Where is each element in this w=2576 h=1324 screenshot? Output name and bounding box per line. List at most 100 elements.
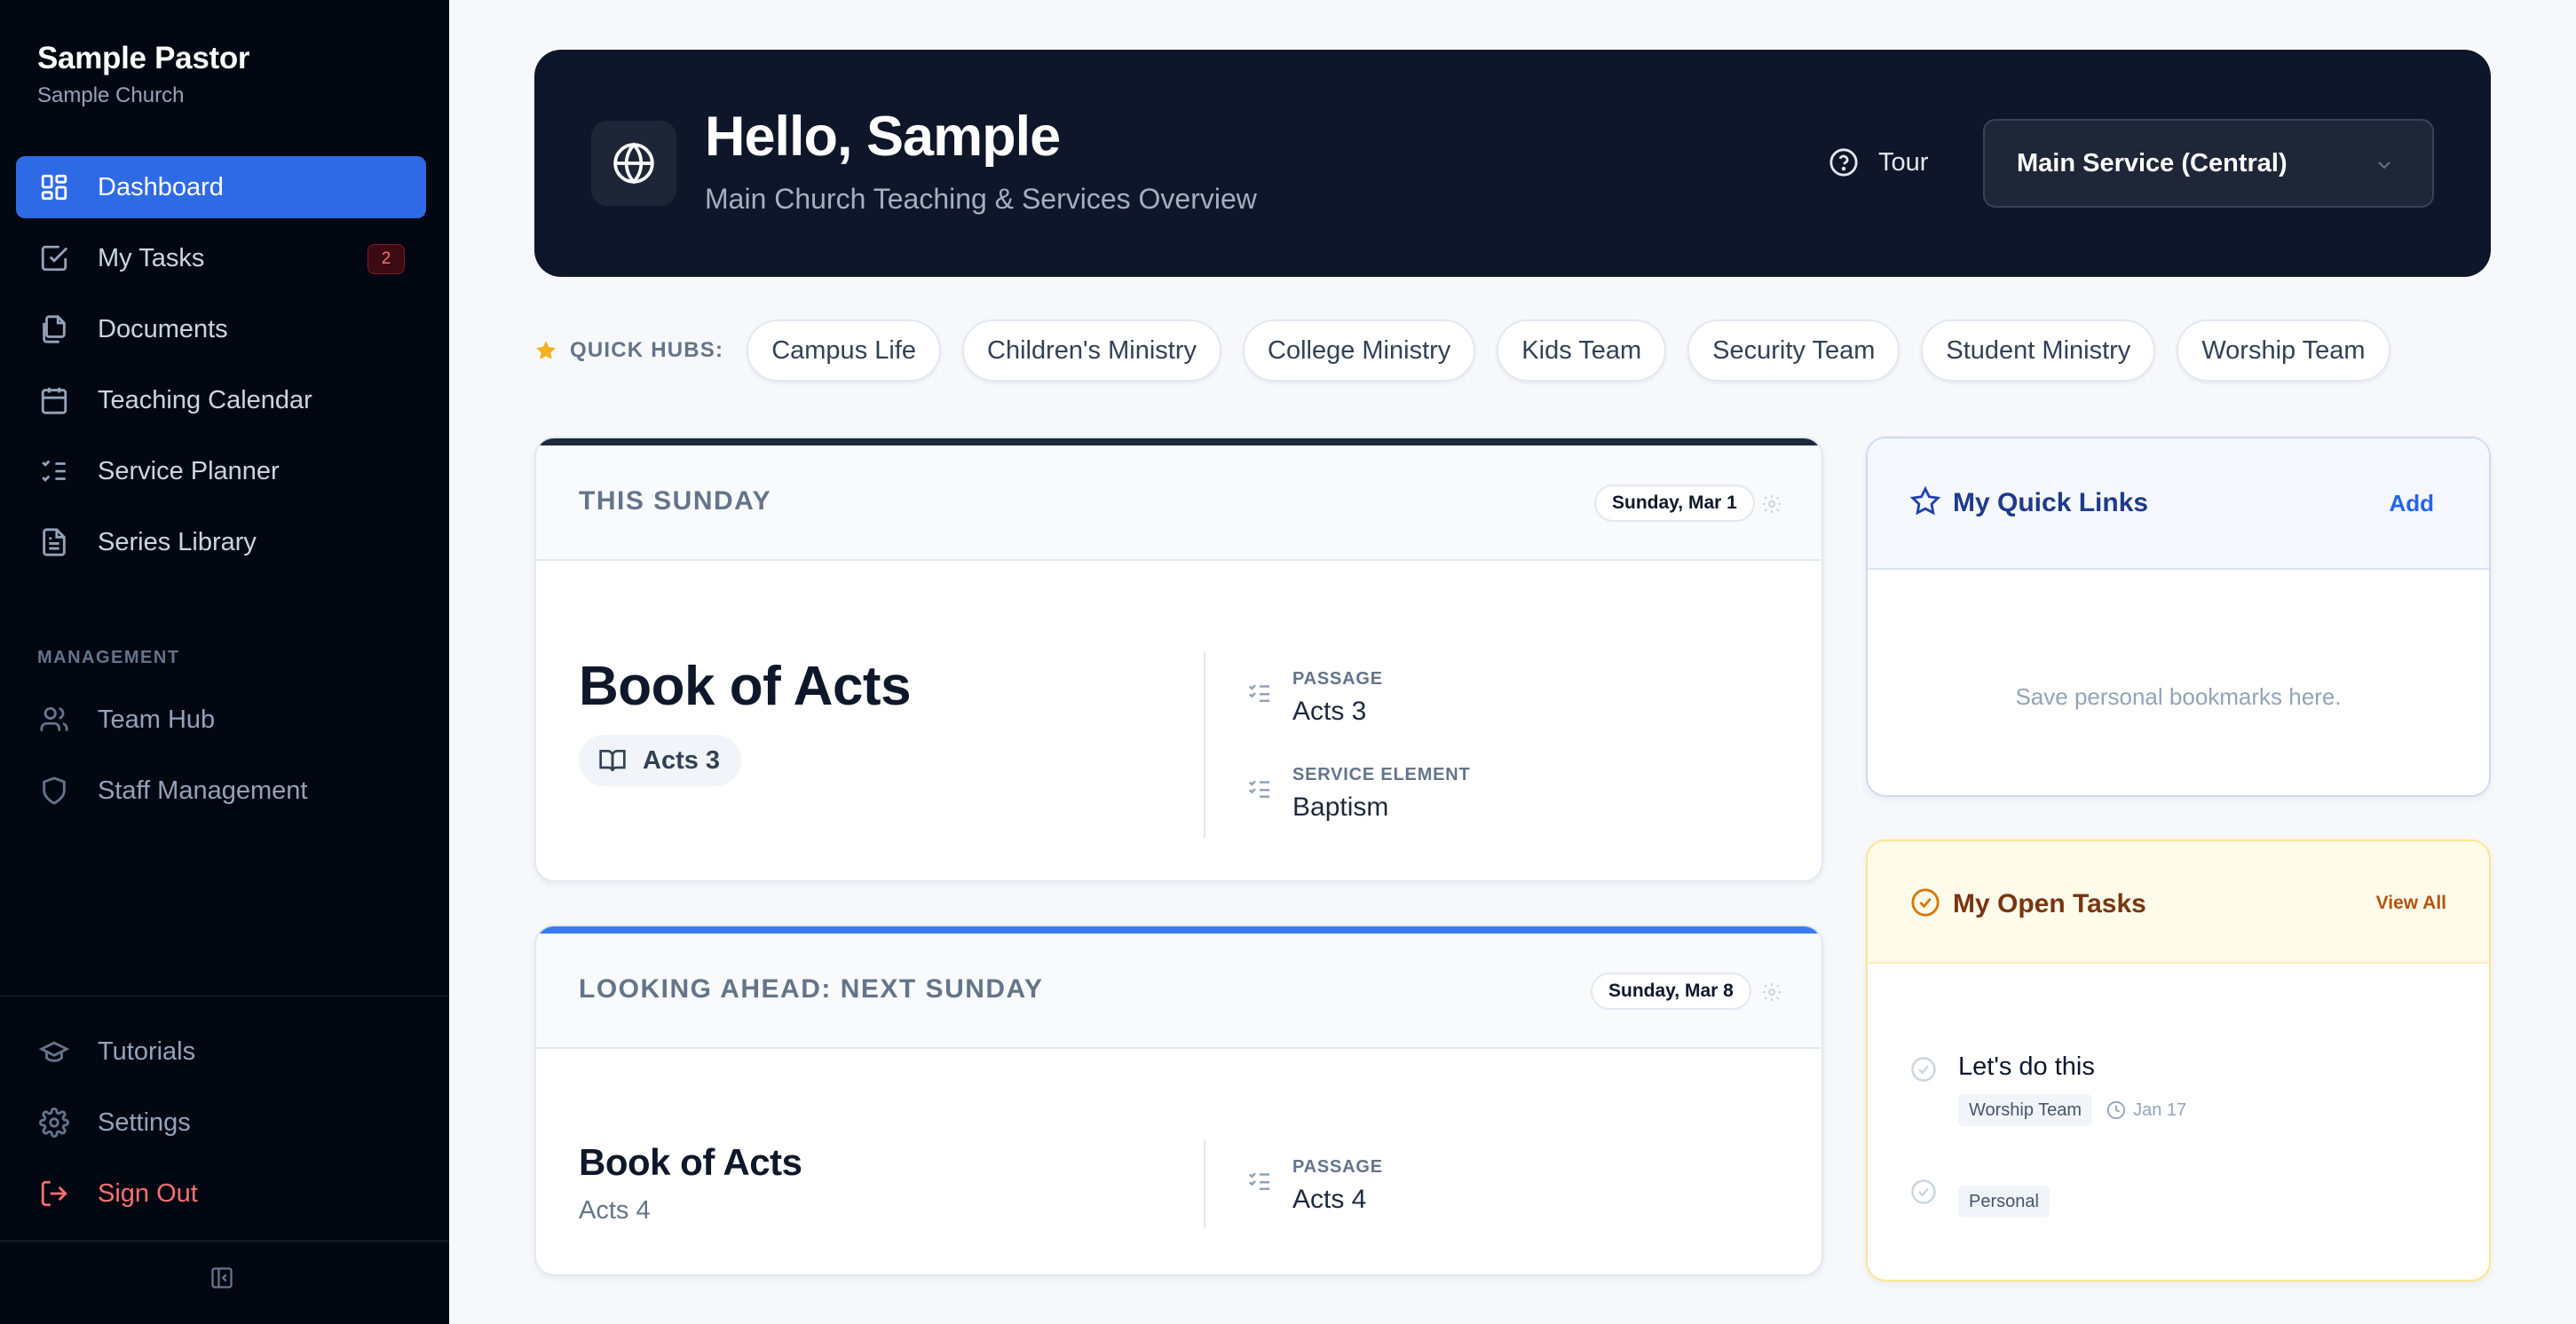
clock-icon bbox=[2106, 1100, 2126, 1120]
tour-button[interactable]: Tour bbox=[1829, 147, 1928, 177]
management-section-label: MANAGEMENT bbox=[37, 648, 180, 667]
task-item[interactable]: Personal bbox=[1910, 1175, 2050, 1218]
passage-info: PASSAGE Acts 4 bbox=[1246, 1157, 1383, 1215]
calendar-icon bbox=[37, 383, 71, 417]
card-divider bbox=[1204, 651, 1205, 838]
open-tasks-title: My Open Tasks bbox=[1953, 889, 2146, 918]
passage-value: Acts 4 bbox=[1292, 1185, 1367, 1214]
nav-item-series-library[interactable]: Series Library bbox=[16, 511, 426, 573]
card-header: My Open Tasks View All bbox=[1868, 841, 2489, 964]
brand: Sample Pastor Sample Church bbox=[37, 41, 250, 108]
card-label: THIS SUNDAY bbox=[579, 486, 772, 516]
series-title: Book of Acts bbox=[579, 656, 912, 717]
nav-item-documents[interactable]: Documents bbox=[16, 298, 426, 360]
check-circle-icon bbox=[1910, 887, 1940, 918]
graduation-cap-icon bbox=[37, 1035, 71, 1068]
users-icon bbox=[37, 703, 71, 737]
nav-item-dashboard[interactable]: Dashboard bbox=[16, 156, 426, 218]
chapter-label: Acts 3 bbox=[643, 745, 721, 775]
service-select[interactable]: Main Service (Central) bbox=[1983, 119, 2434, 208]
date-badge: Sunday, Mar 8 bbox=[1591, 973, 1751, 1010]
service-element-value: Baptism bbox=[1292, 792, 1389, 822]
nav-item-service-planner[interactable]: Service Planner bbox=[16, 440, 426, 502]
task-check-icon[interactable] bbox=[1910, 1178, 1937, 1218]
quick-links-title: My Quick Links bbox=[1953, 488, 2149, 517]
view-all-tasks-button[interactable]: View All bbox=[2376, 893, 2446, 914]
hub-college-ministry[interactable]: College Ministry bbox=[1243, 319, 1476, 382]
star-outline-icon bbox=[1910, 486, 1940, 516]
passage-value: Acts 3 bbox=[1292, 697, 1367, 726]
sign-out-icon bbox=[37, 1177, 71, 1210]
service-element-label: SERVICE ELEMENT bbox=[1292, 765, 1471, 784]
passage-label: PASSAGE bbox=[1292, 1157, 1383, 1177]
nav-item-label: Documents bbox=[98, 314, 228, 343]
help-circle-icon bbox=[1829, 147, 1859, 177]
sidebar: Sample Pastor Sample Church Dashboard My… bbox=[0, 0, 449, 1324]
task-tag: Worship Team bbox=[1958, 1094, 2093, 1126]
hub-kids-team[interactable]: Kids Team bbox=[1497, 319, 1667, 382]
task-item[interactable]: Let's do this Worship Team Jan 17 bbox=[1910, 1052, 2186, 1126]
nav-item-label: Teaching Calendar bbox=[98, 385, 312, 414]
nav-item-label: My Tasks bbox=[98, 243, 205, 272]
sidebar-divider bbox=[0, 996, 449, 997]
collapse-sidebar-icon[interactable] bbox=[208, 1264, 236, 1292]
nav-item-label: Team Hub bbox=[98, 705, 216, 734]
date-badge: Sunday, Mar 1 bbox=[1594, 485, 1755, 522]
book-open-icon bbox=[598, 746, 627, 775]
main-nav: Dashboard My Tasks 2 Documents Teaching … bbox=[16, 156, 426, 582]
chapter-label: Acts 4 bbox=[579, 1196, 651, 1225]
planner-icon bbox=[37, 454, 71, 488]
nav-item-sign-out[interactable]: Sign Out bbox=[16, 1162, 426, 1225]
task-title: Let's do this bbox=[1958, 1052, 2095, 1081]
nav-item-staff-management[interactable]: Staff Management bbox=[16, 760, 426, 822]
library-icon bbox=[37, 525, 71, 559]
card-header: LOOKING AHEAD: NEXT SUNDAY Sunday, Mar 8 bbox=[536, 934, 1821, 1049]
task-due-date: Jan 17 bbox=[2106, 1100, 2186, 1121]
card-header: THIS SUNDAY Sunday, Mar 1 bbox=[536, 445, 1821, 561]
checklist-icon bbox=[1246, 776, 1273, 823]
nav-item-my-tasks[interactable]: My Tasks 2 bbox=[16, 227, 426, 289]
quick-hubs-label: QUICK HUBS: bbox=[534, 338, 723, 363]
task-check-icon[interactable] bbox=[1910, 1056, 1937, 1126]
quick-links-empty-text: Save personal bookmarks here. bbox=[2015, 683, 2342, 710]
hub-childrens-ministry[interactable]: Children's Ministry bbox=[962, 319, 1221, 382]
star-icon bbox=[534, 339, 557, 362]
hub-campus-life[interactable]: Campus Life bbox=[747, 319, 942, 382]
card-accent-bar bbox=[536, 438, 1821, 445]
quick-links-card: My Quick Links Add Save personal bookmar… bbox=[1866, 437, 2491, 797]
hub-security-team[interactable]: Security Team bbox=[1687, 319, 1900, 382]
welcome-header: Hello, Sample Main Church Teaching & Ser… bbox=[534, 50, 2491, 277]
nav-item-tutorials[interactable]: Tutorials bbox=[16, 1021, 426, 1083]
nav-item-label: Series Library bbox=[98, 527, 257, 556]
this-sunday-card: THIS SUNDAY Sunday, Mar 1 Book of Acts A… bbox=[534, 437, 1823, 882]
quick-hubs-label-text: QUICK HUBS: bbox=[570, 338, 724, 362]
globe-icon bbox=[591, 121, 676, 206]
nav-item-label: Service Planner bbox=[98, 456, 280, 485]
hub-student-ministry[interactable]: Student Ministry bbox=[1921, 319, 2156, 382]
service-select-value: Main Service (Central) bbox=[2017, 148, 2288, 177]
chapter-badge: Acts 3 bbox=[579, 735, 742, 786]
open-tasks-card: My Open Tasks View All Let's do this Wor… bbox=[1866, 839, 2491, 1281]
gear-icon[interactable] bbox=[1761, 981, 1782, 1003]
task-tag: Personal bbox=[1958, 1186, 2050, 1218]
card-accent-bar bbox=[536, 926, 1821, 934]
nav-item-team-hub[interactable]: Team Hub bbox=[16, 689, 426, 751]
passage-label: PASSAGE bbox=[1292, 669, 1383, 689]
nav-item-teaching-calendar[interactable]: Teaching Calendar bbox=[16, 369, 426, 431]
hub-worship-team[interactable]: Worship Team bbox=[2177, 319, 2390, 382]
checklist-icon bbox=[1246, 1168, 1273, 1215]
service-element-info: SERVICE ELEMENT Baptism bbox=[1246, 765, 1471, 823]
chevron-down-icon bbox=[2374, 154, 2395, 176]
documents-icon bbox=[37, 312, 71, 346]
nav-item-settings[interactable]: Settings bbox=[16, 1092, 426, 1154]
shield-icon bbox=[37, 774, 71, 808]
card-header: My Quick Links Add bbox=[1868, 438, 2489, 570]
series-title: Book of Acts bbox=[579, 1141, 802, 1183]
task-due-text: Jan 17 bbox=[2133, 1099, 2187, 1120]
card-label: LOOKING AHEAD: NEXT SUNDAY bbox=[579, 974, 1044, 1004]
next-sunday-card: LOOKING AHEAD: NEXT SUNDAY Sunday, Mar 8… bbox=[534, 925, 1823, 1276]
dashboard-icon bbox=[37, 170, 71, 204]
gear-icon[interactable] bbox=[1761, 493, 1782, 515]
page-subtitle: Main Church Teaching & Services Overview bbox=[705, 183, 1257, 215]
add-quick-link-button[interactable]: Add bbox=[2389, 490, 2434, 517]
